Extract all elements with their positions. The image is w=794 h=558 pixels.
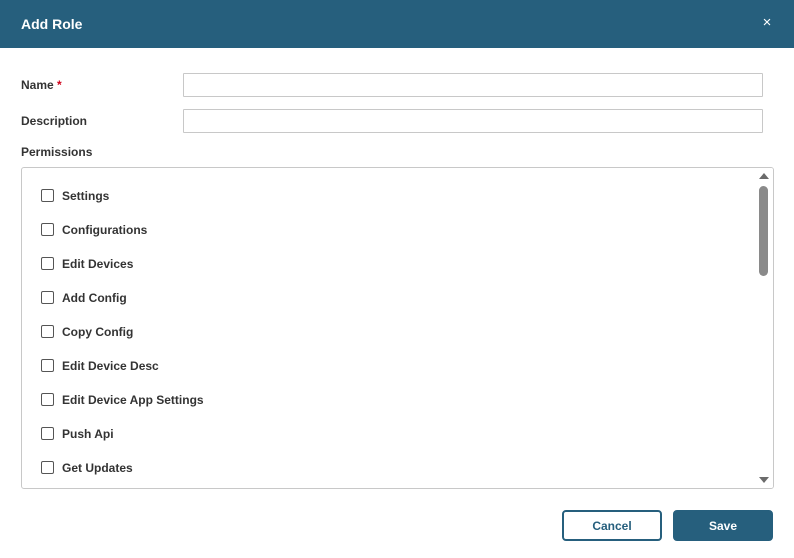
permission-item[interactable]: Copy Config (41, 323, 133, 339)
dialog-header: Add Role × (0, 0, 794, 48)
required-marker: * (57, 78, 62, 92)
checkbox[interactable] (41, 358, 54, 372)
checkbox[interactable] (41, 460, 54, 474)
permission-label: Configurations (62, 223, 148, 237)
description-label: Description (21, 114, 88, 128)
permission-label: Edit Devices (62, 257, 134, 271)
name-label: Name * (21, 78, 62, 92)
name-input[interactable] (183, 73, 763, 97)
permission-label: Edit Device Desc (62, 359, 159, 373)
dialog-title: Add Role (21, 16, 83, 32)
scroll-thumb[interactable] (759, 186, 768, 276)
permission-label: Edit Device App Settings (62, 393, 204, 407)
checkbox[interactable] (41, 188, 54, 202)
checkbox[interactable] (41, 290, 54, 304)
checkbox[interactable] (41, 426, 54, 440)
permission-item[interactable]: Add Config (41, 289, 127, 305)
permission-item[interactable]: Edit Devices (41, 255, 133, 271)
permission-label: Settings (62, 189, 110, 203)
scroll-down-arrow-icon[interactable] (759, 477, 769, 483)
description-input[interactable] (183, 109, 763, 133)
checkbox[interactable] (41, 392, 54, 406)
permission-item[interactable]: Push Api (41, 425, 114, 441)
close-icon[interactable]: × (758, 14, 776, 32)
permission-label: Push Api (62, 427, 114, 441)
cancel-button[interactable]: Cancel (562, 510, 662, 541)
permission-item[interactable]: Get Updates (41, 459, 133, 475)
permission-label: Add Config (62, 291, 127, 305)
permission-item[interactable]: Edit Device Desc (41, 357, 159, 373)
checkbox[interactable] (41, 324, 54, 338)
save-button[interactable]: Save (673, 510, 773, 541)
permission-item[interactable]: Configurations (41, 221, 147, 237)
permission-item[interactable]: Settings (41, 187, 109, 203)
permission-item[interactable]: Edit Device App Settings (41, 391, 204, 407)
permissions-label: Permissions (21, 145, 93, 159)
scrollbar[interactable] (756, 168, 773, 488)
scroll-up-arrow-icon[interactable] (759, 173, 769, 179)
name-label-text: Name (21, 78, 54, 92)
checkbox[interactable] (41, 256, 54, 270)
permission-label: Get Updates (62, 461, 133, 475)
permission-label: Copy Config (62, 325, 134, 339)
permissions-list-box: Settings Configurations Edit Devices Add… (21, 167, 774, 489)
checkbox[interactable] (41, 222, 54, 236)
